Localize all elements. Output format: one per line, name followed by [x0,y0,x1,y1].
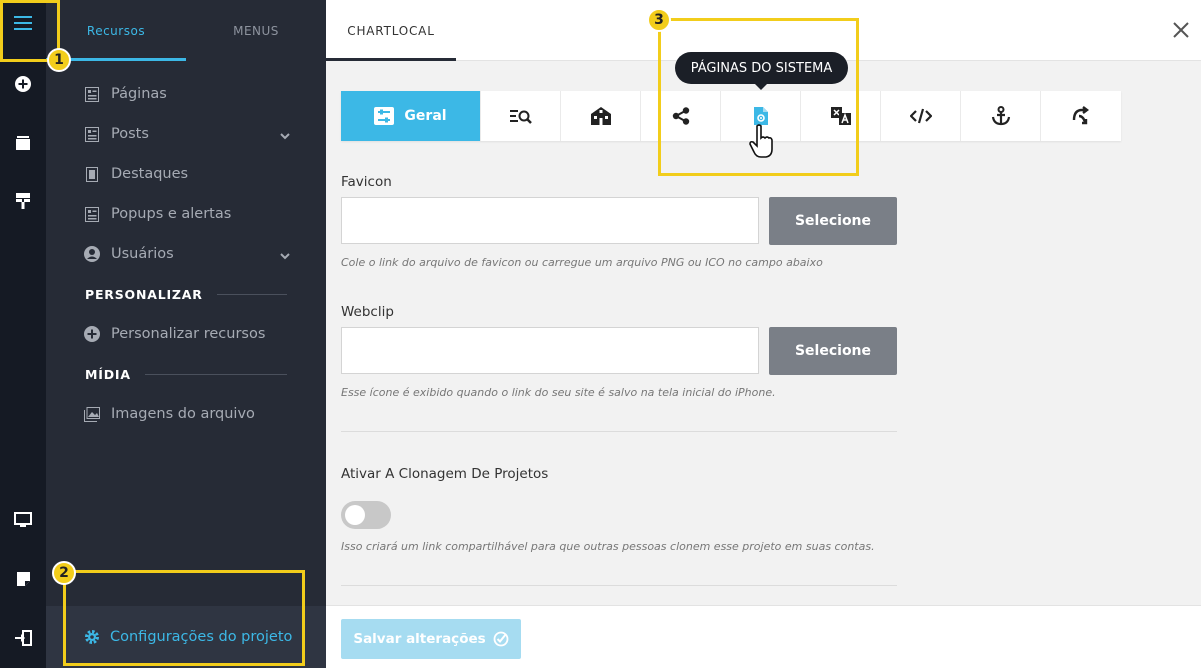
save-label: Salvar alterações [353,631,486,647]
favicon-select-button[interactable]: Selecione [769,197,897,245]
clone-label: Ativar A Clonagem De Projetos [341,466,549,482]
tab-code[interactable] [881,91,961,141]
webclip-hint: Esse ícone é exibido quando o link do se… [341,386,776,399]
sidebar-item-label: Páginas [111,86,167,102]
sidebar-item-label: Posts [111,126,149,142]
sidebar-item-label: Destaques [111,166,189,182]
sidebar-panel: Recursos MENUS Páginas Posts Destaques P… [46,0,326,668]
add-circle-icon[interactable] [0,67,46,101]
page-icon [84,86,100,102]
tab-anchor[interactable] [961,91,1041,141]
annotation-box-2 [63,570,305,666]
sidebar-item-customize-resources[interactable]: Personalizar recursos [84,322,290,346]
anchor-icon [991,106,1010,126]
sidebar-item-file-images[interactable]: Imagens do arquivo [84,402,290,426]
sidebar-item-pages[interactable]: Páginas [84,82,290,106]
user-circle-icon [84,246,100,262]
tab-general[interactable]: Geral [341,91,481,141]
section-media: MÍDIA [85,367,287,382]
redirect-icon [1072,106,1089,125]
divider [144,374,287,375]
section-title: MÍDIA [85,367,131,382]
search-list-icon [509,110,532,124]
webclip-label: Webclip [341,304,394,320]
add-circle-icon [84,326,100,342]
toggle-knob [345,505,365,525]
footer-bar: Salvar alterações [326,605,1201,668]
sidebar-item-users[interactable]: Usuários [84,242,290,266]
section-title: PERSONALIZAR [85,287,203,302]
chevron-down-icon[interactable] [280,248,290,264]
building-icon [590,107,611,125]
popup-icon [84,206,100,222]
sidebar-item-highlights[interactable]: Destaques [84,162,290,186]
annotation-box-3 [658,18,859,176]
annotation-badge-1: 1 [47,48,71,72]
save-changes-button[interactable]: Salvar alterações [341,619,521,659]
annotation-badge-3: 3 [647,8,671,32]
tab-company[interactable] [561,91,641,141]
tab-menus[interactable]: MENUS [186,0,326,62]
divider [341,585,897,586]
sidebar-item-label: Usuários [111,246,174,262]
webclip-input[interactable] [341,327,759,374]
icon-rail [0,0,46,668]
sliders-icon [374,107,395,125]
sidebar-item-label: Popups e alertas [111,206,232,222]
favicon-input[interactable] [341,197,759,244]
favicon-label: Favicon [341,174,392,190]
tab-chartlocal[interactable]: CHARTLOCAL [326,0,456,61]
paint-roller-icon[interactable] [0,184,46,218]
note-icon[interactable] [0,562,46,596]
sidebar-item-label: Personalizar recursos [111,326,266,342]
divider [216,294,287,295]
section-customize: PERSONALIZAR [85,287,287,302]
favicon-hint: Cole o link do arquivo de favicon ou car… [341,256,823,269]
divider [341,431,897,432]
code-icon [909,108,932,124]
close-icon[interactable] [1169,18,1193,42]
webclip-select-button[interactable]: Selecione [769,327,897,375]
sidebar-tabs: Recursos MENUS [46,0,326,62]
sidebar-item-label: Imagens do arquivo [111,406,255,422]
tab-label: Geral [404,108,447,124]
post-icon [84,126,100,142]
sidebar-item-popups[interactable]: Popups e alertas [84,202,290,226]
tab-seo[interactable] [481,91,561,141]
active-tab-indicator [326,58,456,61]
highlight-icon [84,166,100,182]
image-gallery-icon [84,406,100,422]
desktop-icon[interactable] [0,503,46,537]
annotation-badge-2: 2 [52,561,76,585]
sidebar-item-posts[interactable]: Posts [84,122,290,146]
clone-toggle[interactable] [341,501,391,529]
layers-icon[interactable] [0,126,46,160]
logout-icon[interactable] [0,621,46,655]
check-circle-icon [493,631,509,647]
clone-hint: Isso criará um link compartilhável para … [341,540,875,553]
chevron-down-icon[interactable] [280,128,290,144]
tab-redirect[interactable] [1041,91,1121,141]
